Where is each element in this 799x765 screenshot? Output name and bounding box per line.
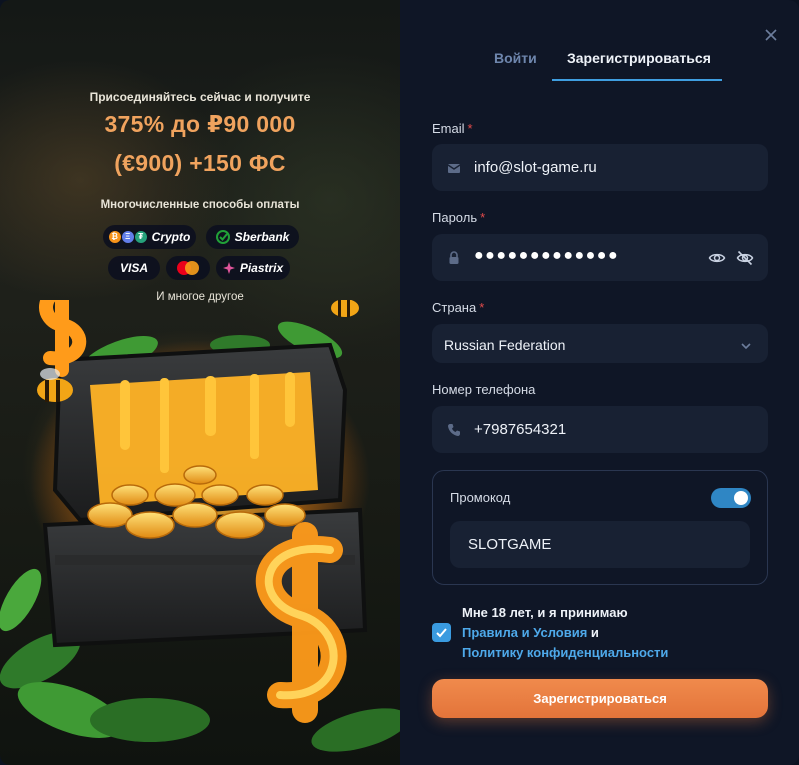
checkmark-icon bbox=[436, 628, 447, 638]
country-label: Страна * bbox=[432, 300, 484, 315]
terms-prefix: Мне 18 лет, и я принимаю bbox=[462, 605, 628, 620]
payment-visa-badge: VISA bbox=[108, 256, 160, 280]
payment-mastercard-badge bbox=[166, 256, 210, 280]
payment-piastrix-label: Piastrix bbox=[239, 261, 284, 275]
register-submit-button[interactable]: Зарегистрироваться bbox=[432, 679, 768, 718]
email-value: info@slot-game.ru bbox=[474, 159, 597, 176]
treasure-chest-illustration bbox=[0, 300, 400, 752]
crypto-coins-icon: ₿ Ξ ₮ bbox=[108, 231, 147, 243]
promo-code-toggle[interactable] bbox=[711, 488, 751, 508]
email-label-text: Email bbox=[432, 121, 465, 136]
active-tab-indicator bbox=[552, 79, 722, 81]
privacy-policy-link[interactable]: Политику конфиденциальности bbox=[462, 645, 668, 660]
close-button[interactable] bbox=[760, 24, 782, 46]
email-field[interactable]: info@slot-game.ru bbox=[432, 144, 768, 191]
chevron-down-icon bbox=[741, 343, 751, 350]
phone-label: Номер телефона bbox=[432, 382, 536, 397]
country-value: Russian Federation bbox=[444, 337, 566, 353]
promo-panel: Присоединяйтесь сейчас и получите 375% д… bbox=[0, 0, 400, 765]
required-mark: * bbox=[467, 121, 473, 136]
country-label-text: Страна bbox=[432, 300, 477, 315]
piastrix-logo-icon bbox=[222, 262, 235, 274]
payment-crypto-label: Crypto bbox=[151, 230, 191, 244]
close-icon bbox=[765, 29, 777, 41]
phone-field[interactable]: +7987654321 bbox=[432, 406, 768, 453]
promo-code-section: Промокод SLOTGAME bbox=[432, 470, 768, 585]
eye-off-icon[interactable] bbox=[736, 249, 754, 267]
payment-visa-label: VISA bbox=[119, 261, 148, 275]
required-mark: * bbox=[480, 210, 486, 225]
tab-register[interactable]: Зарегистрироваться bbox=[567, 50, 711, 66]
payment-crypto-badge: ₿ Ξ ₮ Crypto bbox=[103, 225, 196, 249]
required-mark: * bbox=[479, 300, 485, 315]
terms-text: Мне 18 лет, и я принимаю Правила и Услов… bbox=[462, 603, 762, 663]
sberbank-logo-icon bbox=[215, 230, 230, 244]
mastercard-logo-icon bbox=[177, 261, 199, 275]
email-label: Email * bbox=[432, 121, 473, 136]
promo-join-text: Присоединяйтесь сейчас и получите bbox=[89, 90, 311, 104]
payment-sberbank-badge: Sberbank bbox=[206, 225, 299, 249]
terms-checkbox[interactable] bbox=[432, 623, 451, 642]
phone-icon bbox=[448, 424, 460, 436]
promo-code-label: Промокод bbox=[450, 490, 511, 505]
terms-and: и bbox=[590, 625, 599, 640]
password-label: Пароль * bbox=[432, 210, 485, 225]
phone-value: +7987654321 bbox=[474, 421, 567, 438]
registration-form-panel: Войти Зарегистрироваться Email * info@slo… bbox=[400, 0, 799, 765]
tab-login[interactable]: Войти bbox=[494, 50, 537, 66]
password-label-text: Пароль bbox=[432, 210, 478, 225]
toggle-knob bbox=[734, 491, 748, 505]
promo-code-input[interactable]: SLOTGAME bbox=[450, 521, 750, 568]
mail-icon bbox=[447, 164, 461, 173]
registration-modal: Присоединяйтесь сейчас и получите 375% д… bbox=[0, 0, 799, 765]
lock-icon bbox=[449, 251, 459, 264]
terms-link[interactable]: Правила и Условия bbox=[462, 625, 587, 640]
payment-piastrix-badge: Piastrix bbox=[216, 256, 290, 280]
password-value: ●●●●●●●●●●●●● bbox=[474, 247, 620, 264]
eye-icon[interactable] bbox=[708, 249, 726, 267]
promo-code-value: SLOTGAME bbox=[468, 536, 552, 553]
country-select[interactable]: Russian Federation bbox=[432, 324, 768, 363]
password-field[interactable]: ●●●●●●●●●●●●● bbox=[432, 234, 768, 281]
promo-bonus-amount: 375% до ₽90 000 bbox=[104, 111, 296, 137]
payments-title: Многочисленные способы оплаты bbox=[100, 199, 300, 211]
payment-sberbank-label: Sberbank bbox=[234, 230, 290, 244]
promo-bonus-spins: (€900) +150 ФС bbox=[114, 150, 286, 176]
